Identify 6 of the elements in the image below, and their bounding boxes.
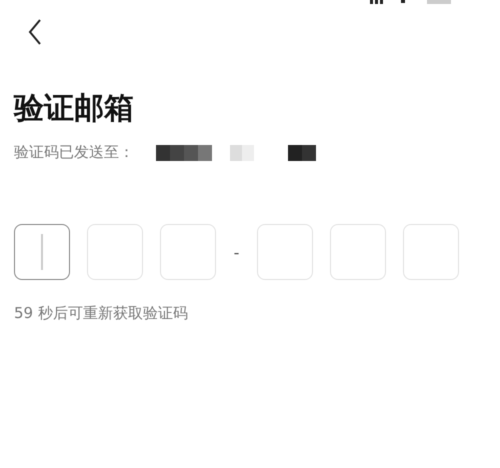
separator-dash: - [233, 242, 240, 262]
sent-to-label: 验证码已发送至： [14, 143, 134, 162]
back-chevron-icon [28, 19, 42, 45]
resend-countdown: 59 秒后可重新获取验证码 [14, 304, 189, 323]
code-digit-field[interactable] [14, 224, 70, 280]
page-title: 验证邮箱 [14, 90, 135, 128]
